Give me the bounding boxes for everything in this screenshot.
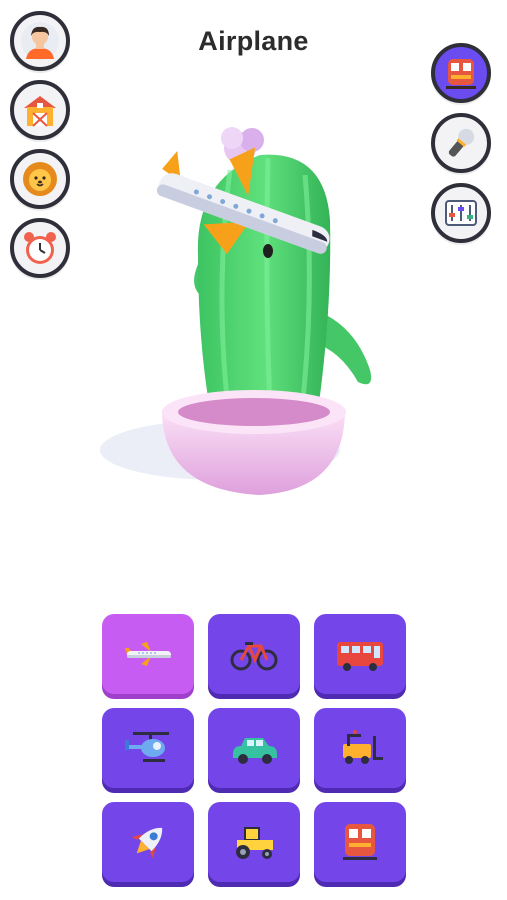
- tile-bus[interactable]: [314, 614, 406, 694]
- airplane-icon: [125, 642, 171, 666]
- alarm-button[interactable]: [10, 218, 70, 278]
- tile-helicopter[interactable]: [102, 708, 194, 788]
- alarm-clock-icon: [24, 232, 56, 264]
- page-title: Airplane: [198, 26, 309, 56]
- tile-train[interactable]: [314, 802, 406, 882]
- animals-button[interactable]: [10, 149, 70, 209]
- tile-tractor[interactable]: [208, 802, 300, 882]
- tile-rocket[interactable]: [102, 802, 194, 882]
- helicopter-icon: [125, 732, 169, 762]
- microphone-icon: [448, 128, 475, 157]
- train-icon: [446, 59, 476, 89]
- farm-button[interactable]: [10, 80, 70, 140]
- bus-icon: [337, 642, 383, 671]
- cactus-scene: [100, 127, 372, 495]
- tile-forklift[interactable]: [314, 708, 406, 788]
- forklift-icon: [343, 730, 383, 764]
- tile-bicycle[interactable]: [208, 614, 300, 694]
- vehicles-button[interactable]: [431, 43, 491, 103]
- tractor-icon: [236, 827, 273, 859]
- vehicle-grid: [102, 614, 406, 884]
- rocket-icon: [131, 827, 163, 859]
- car-icon: [233, 738, 277, 764]
- mixer-button[interactable]: [431, 183, 491, 243]
- profile-button[interactable]: [10, 11, 70, 71]
- microphone-button[interactable]: [431, 113, 491, 173]
- barn-icon: [24, 96, 56, 127]
- mixer-icon: [445, 200, 477, 226]
- train-icon: [343, 824, 377, 860]
- tile-car[interactable]: [208, 708, 300, 788]
- lion-icon: [23, 162, 57, 196]
- tile-airplane[interactable]: [102, 614, 194, 694]
- bicycle-icon: [230, 642, 278, 671]
- person-icon: [21, 22, 59, 60]
